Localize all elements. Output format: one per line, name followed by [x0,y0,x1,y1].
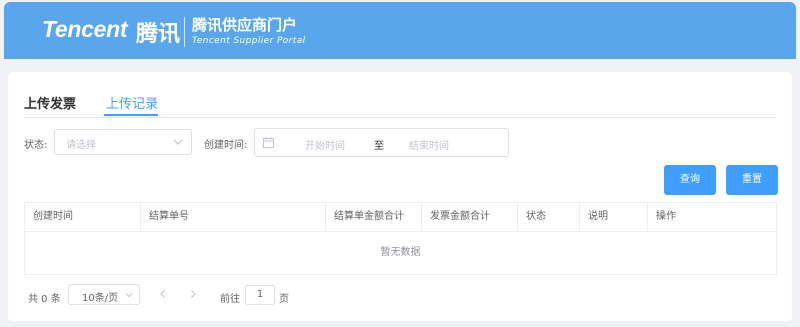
chevron-right-icon[interactable] [188,289,198,299]
logo-divider [184,17,185,47]
tencent-logo-cn: 腾讯 [136,22,181,47]
tencent-logo-en: Tencent [42,16,128,42]
goto-label: 前往 [220,294,240,305]
empty-data-text: 暂无数据 [380,247,421,258]
tab-upload-records[interactable]: 上传记录 [106,93,158,112]
range-separator: 至 [374,141,384,152]
created-time-label: 创建时间: [204,140,248,151]
chevron-down-icon [173,139,183,145]
query-button[interactable]: 查询 [664,165,716,195]
table-header: 创建时间 结算单号 结算单金额合计 发票金额合计 状态 说明 操作 [25,203,776,232]
status-select[interactable]: 请选择 [54,129,192,155]
column-header-actions: 操作 [656,211,676,222]
page: Tencent 腾讯 腾讯供应商门户 Tencent Supplier Port… [0,0,800,327]
calendar-icon [263,137,274,148]
chevron-down-icon [125,293,133,298]
portal-title-cn: 腾讯供应商门户 [192,16,298,34]
chevron-left-icon[interactable] [158,289,168,299]
start-time-input[interactable]: 开始时间 [305,137,345,152]
column-header-status: 状态 [518,203,580,231]
active-tab-indicator [104,114,158,116]
column-header-settlement-no: 结算单号 [141,203,326,231]
page-number-input[interactable]: 1 [245,285,275,305]
pagination-total: 共 0 条 [28,294,61,305]
tab-bar: 上传发票 上传记录 [24,92,776,118]
status-label: 状态: [24,140,48,151]
page-suffix: 页 [279,294,289,305]
column-header-settlement-amount: 结算单金额合计 [326,203,422,231]
main-card: 上传发票 上传记录 状态: 请选择 创建时间: 开始时间 至 结束时间 查询 重… [8,72,792,321]
created-time-range-picker[interactable]: 开始时间 至 结束时间 [254,128,509,157]
column-header-created-time: 创建时间 [25,203,141,231]
page-size-value: 10条/页 [82,293,119,304]
status-placeholder: 请选择 [66,140,96,151]
portal-header: Tencent 腾讯 腾讯供应商门户 Tencent Supplier Port… [4,2,796,59]
portal-title-en: Tencent Supplier Portal [192,36,306,46]
reset-button[interactable]: 重置 [726,165,778,195]
column-header-invoice-amount: 发票金额合计 [422,203,518,231]
records-table: 创建时间 结算单号 结算单金额合计 发票金额合计 状态 说明 操作 暂无数据 [24,202,777,275]
end-time-input[interactable]: 结束时间 [409,137,449,152]
column-header-description: 说明 [580,203,648,231]
tab-upload-invoice[interactable]: 上传发票 [24,93,76,112]
page-size-select[interactable]: 10条/页 [68,284,140,305]
